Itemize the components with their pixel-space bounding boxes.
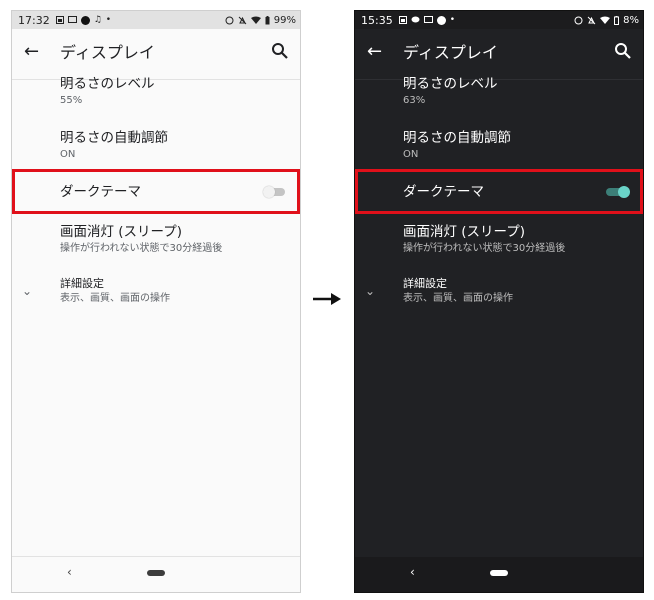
- more-dot-icon: •: [105, 15, 112, 25]
- search-icon[interactable]: [270, 41, 290, 61]
- nav-back-icon[interactable]: ‹: [410, 565, 415, 579]
- toggle-thumb: [263, 186, 275, 198]
- mute-icon: [238, 16, 247, 24]
- advanced-item[interactable]: 詳細設定 表示、画質、画面の操作: [60, 277, 290, 306]
- more-dot-icon: •: [449, 15, 456, 25]
- image-icon: [55, 16, 64, 24]
- adaptive-brightness-item[interactable]: 明るさの自動調節 ON: [403, 129, 633, 162]
- right-arrow-icon: [313, 293, 341, 305]
- app-bar: ← ディスプレイ: [12, 29, 300, 80]
- sleep-item[interactable]: 画面消灯 (スリープ) 操作が行われない状態で30分経過後: [60, 223, 290, 256]
- cast-icon: [67, 16, 77, 23]
- advanced-value: 表示、画質、画面の操作: [60, 293, 170, 304]
- sleep-value: 操作が行われない状態で30分経過後: [60, 243, 223, 254]
- page-title: ディスプレイ: [60, 43, 155, 62]
- nav-home-pill-icon[interactable]: [147, 570, 165, 576]
- brightness-level-title: 明るさのレベル: [60, 76, 155, 92]
- navigation-bar: ‹: [12, 556, 300, 592]
- status-time: 15:35: [361, 13, 393, 27]
- record-dot-icon: [436, 15, 446, 25]
- image-icon: [398, 16, 407, 24]
- dark-theme-label[interactable]: ダークテーマ: [403, 183, 484, 201]
- status-time: 17:32: [18, 13, 50, 27]
- dark-theme-label[interactable]: ダークテーマ: [60, 183, 141, 201]
- battery-percent: 99%: [273, 14, 296, 26]
- advanced-item[interactable]: 詳細設定 表示、画質、画面の操作: [403, 277, 633, 306]
- brightness-level-value: 55%: [60, 95, 83, 106]
- nav-home-pill-icon[interactable]: [490, 570, 508, 576]
- toggle-thumb: [618, 186, 630, 198]
- brightness-level-item[interactable]: 明るさのレベル 55%: [60, 75, 290, 108]
- rotate-icon: [225, 16, 234, 24]
- brightness-level-item[interactable]: 明るさのレベル 63%: [403, 75, 633, 108]
- navigation-bar: ‹: [355, 557, 643, 592]
- dark-theme-toggle[interactable]: [606, 186, 630, 198]
- adaptive-brightness-title: 明るさの自動調節: [403, 130, 511, 146]
- adaptive-brightness-value: ON: [403, 149, 419, 160]
- sleep-item[interactable]: 画面消灯 (スリープ) 操作が行われない状態で30分経過後: [403, 223, 633, 256]
- wifi-icon: [250, 16, 261, 24]
- back-arrow-icon[interactable]: ←: [367, 42, 382, 62]
- highlight-box: [12, 169, 300, 214]
- battery-icon: [265, 15, 270, 24]
- notification-icons: ♫ •: [55, 15, 112, 25]
- search-icon[interactable]: [613, 41, 633, 61]
- adaptive-brightness-title: 明るさの自動調節: [60, 130, 168, 146]
- brightness-level-title: 明るさのレベル: [403, 76, 498, 92]
- battery-icon: [614, 15, 620, 25]
- app-bar: ← ディスプレイ: [355, 29, 643, 80]
- notification-icons: •: [398, 15, 456, 25]
- chat-icon: [411, 16, 420, 23]
- sleep-value: 操作が行われない状態で30分経過後: [403, 243, 566, 254]
- record-dot-icon: [80, 15, 90, 25]
- status-bar: 17:32 ♫ • 99%: [12, 11, 300, 29]
- nav-back-icon[interactable]: ‹: [67, 565, 72, 579]
- rotate-icon: [574, 16, 583, 24]
- advanced-title: 詳細設定: [403, 277, 447, 290]
- status-bar: 15:35 • 8%: [355, 11, 643, 29]
- wifi-icon: [600, 16, 611, 24]
- highlight-box: [355, 169, 643, 214]
- page-title: ディスプレイ: [403, 43, 498, 62]
- cast-icon: [423, 16, 433, 23]
- back-arrow-icon[interactable]: ←: [24, 42, 39, 62]
- adaptive-brightness-value: ON: [60, 149, 76, 160]
- phone-light-screen: 17:32 ♫ • 99% ← ディスプレイ 明るさのレベル 55% 明るさの自…: [11, 10, 301, 593]
- phone-dark-screen: 15:35 • 8% ← ディスプレイ 明るさのレベル 63% 明るさの自動調節…: [354, 10, 644, 593]
- system-icons: 8%: [574, 15, 639, 26]
- sleep-title: 画面消灯 (スリープ): [60, 224, 183, 240]
- music-icon: ♫: [93, 15, 102, 25]
- advanced-value: 表示、画質、画面の操作: [403, 293, 513, 304]
- mute-icon: [587, 16, 596, 24]
- chevron-down-icon[interactable]: ⌄: [365, 284, 375, 298]
- dark-theme-toggle[interactable]: [263, 186, 285, 198]
- brightness-level-value: 63%: [403, 95, 426, 106]
- advanced-title: 詳細設定: [60, 277, 104, 290]
- battery-percent: 8%: [623, 14, 639, 26]
- adaptive-brightness-item[interactable]: 明るさの自動調節 ON: [60, 129, 290, 162]
- system-icons: 99%: [225, 15, 296, 26]
- sleep-title: 画面消灯 (スリープ): [403, 224, 526, 240]
- chevron-down-icon[interactable]: ⌄: [22, 284, 32, 298]
